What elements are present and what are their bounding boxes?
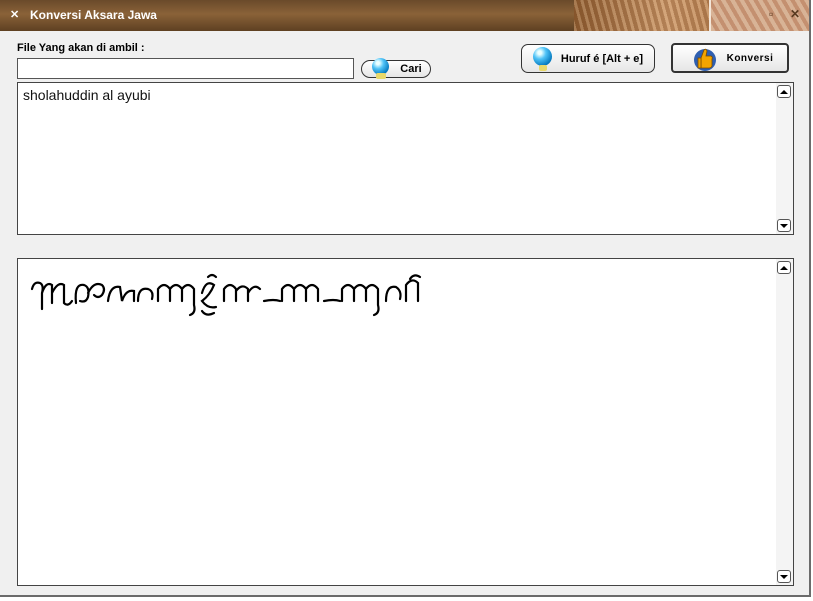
- scroll-down-icon[interactable]: [777, 570, 791, 583]
- input-text: sholahuddin al ayubi: [23, 87, 151, 103]
- close-icon[interactable]: ✕: [790, 7, 800, 21]
- input-scrollbar[interactable]: [776, 83, 793, 234]
- scroll-up-icon[interactable]: [777, 261, 791, 274]
- output-scrollbar[interactable]: [776, 259, 793, 585]
- scroll-down-icon[interactable]: [777, 219, 791, 232]
- globe-stand-icon: [539, 65, 547, 71]
- konversi-button-label: Konversi: [726, 52, 774, 64]
- input-text-area[interactable]: sholahuddin al ayubi: [17, 82, 794, 235]
- scroll-up-icon[interactable]: [777, 85, 791, 98]
- huruf-e-button-label: Huruf é [Alt + e]: [560, 52, 644, 65]
- file-path-input[interactable]: [17, 58, 354, 79]
- restore-icon[interactable]: ▫: [769, 7, 773, 21]
- globe-icon: [533, 47, 552, 66]
- title-bar[interactable]: ✕ Konversi Aksara Jawa ▫ ✕: [0, 0, 809, 31]
- file-label: File Yang akan di ambil :: [17, 42, 145, 54]
- app-menu-icon[interactable]: ✕: [10, 8, 19, 21]
- javanese-script-output: [30, 273, 422, 317]
- app-window: ✕ Konversi Aksara Jawa ▫ ✕ File Yang aka…: [0, 0, 811, 597]
- output-text-area[interactable]: [17, 258, 794, 586]
- window-title: Konversi Aksara Jawa: [30, 8, 157, 22]
- thumbs-up-icon: [694, 48, 716, 71]
- browse-button[interactable]: Cari: [361, 58, 431, 79]
- browse-button-label: Cari: [400, 63, 422, 75]
- konversi-button[interactable]: Konversi: [671, 43, 789, 73]
- huruf-e-button[interactable]: Huruf é [Alt + e]: [521, 44, 655, 73]
- globe-stand-icon: [376, 73, 386, 79]
